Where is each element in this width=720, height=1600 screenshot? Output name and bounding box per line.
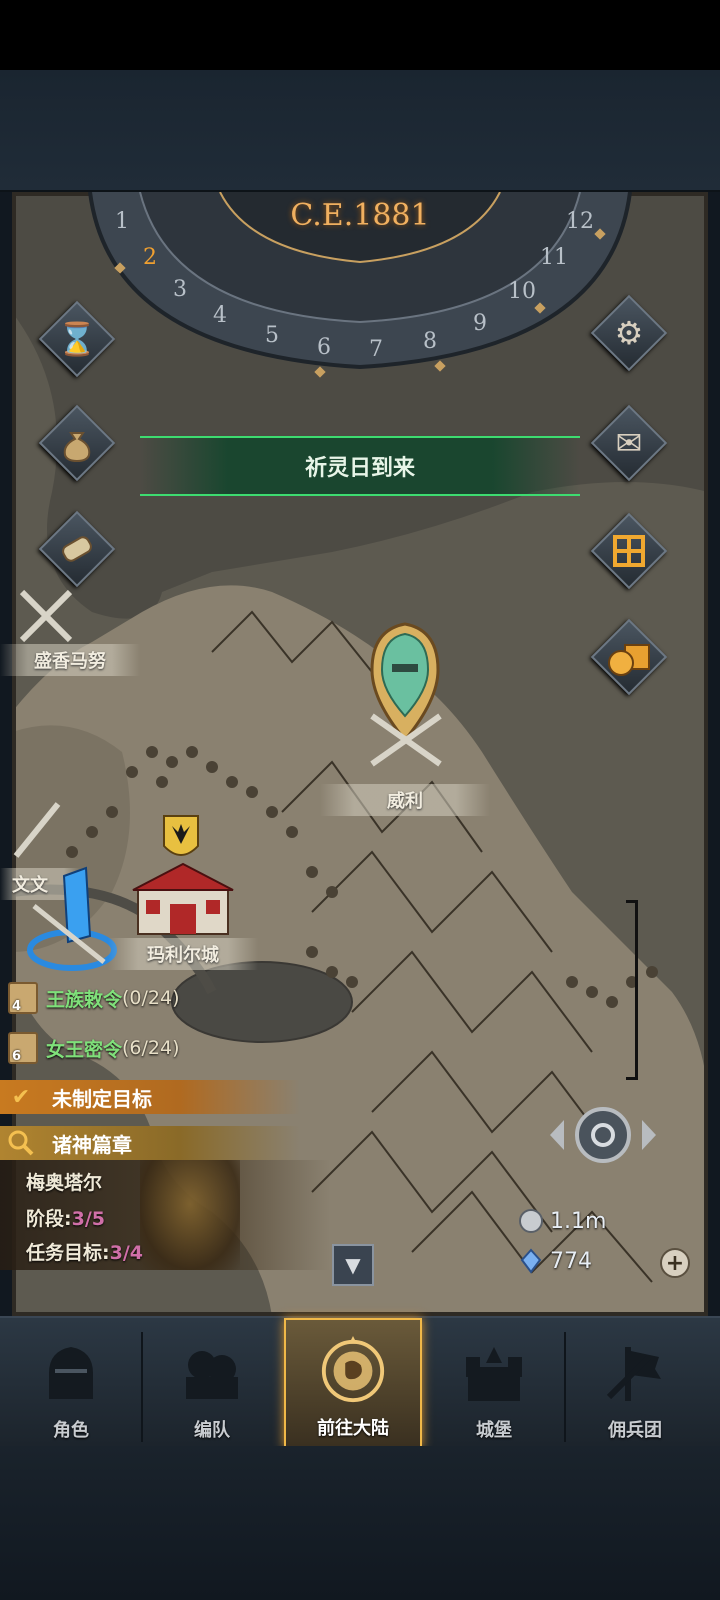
dial-month-4: 4	[213, 303, 227, 328]
nav-continent[interactable]: 前往大陆	[284, 1318, 422, 1448]
dial-month-7: 7	[369, 337, 383, 362]
envelope-icon: ✉	[615, 424, 643, 462]
chapter-goal-label: 诸神篇章	[52, 1132, 132, 1157]
house-crest-icon	[163, 815, 199, 856]
castle-icon	[459, 1338, 529, 1408]
status-bar	[0, 0, 720, 70]
grid-menu-button[interactable]	[590, 512, 668, 590]
grid-icon	[592, 514, 666, 588]
unset-goal-button[interactable]: ✔ 未制定目标	[0, 1080, 300, 1114]
search-icon	[4, 1128, 38, 1158]
quest-queen-secret[interactable]: 6 女王密令 (6/24)	[8, 1030, 180, 1066]
crossed-swords-icon	[19, 589, 73, 643]
player-army-marker-icon[interactable]	[24, 866, 120, 976]
city-label-2[interactable]: 威利	[320, 784, 490, 816]
crossed-swords-icon	[13, 802, 61, 858]
collapse-button[interactable]: ▼	[332, 1244, 374, 1286]
dial-month-10: 10	[508, 279, 536, 304]
money-bag-icon	[40, 406, 114, 480]
settings-button[interactable]: ⚙	[590, 294, 668, 372]
boss-portrait	[140, 1160, 240, 1270]
stage-progress: 阶段:3/5	[26, 1208, 105, 1230]
supply-crate-icon	[592, 620, 666, 694]
locate-button[interactable]	[548, 1102, 658, 1168]
task-progress: 任务目标:3/4	[26, 1242, 143, 1264]
dial-month-1: 1	[115, 209, 129, 234]
crystal-amount: 774	[550, 1248, 592, 1274]
gear-icon: ⚙	[614, 314, 644, 352]
quest-count: (0/24)	[122, 987, 180, 1009]
bottom-nav: 角色 编队 前往大陆 城堡 佣兵团	[0, 1316, 720, 1448]
dial-month-2-current: 2	[143, 245, 157, 270]
capital-label[interactable]: 玛利尔城	[108, 938, 258, 970]
squad-icon	[177, 1338, 247, 1408]
dial-month-5: 5	[265, 323, 279, 348]
quest-scroll-icon: 6	[8, 1032, 38, 1064]
silver-coin-icon	[518, 1208, 544, 1234]
quest-scroll-icon: 4	[8, 982, 38, 1014]
quest-label: 女王密令	[46, 1038, 123, 1061]
era-year: C.E.1881	[290, 198, 430, 233]
goal-check-icon: ✔	[11, 1084, 31, 1110]
chapter-goal-button[interactable]: 诸神篇章	[0, 1126, 300, 1160]
dial-month-11: 11	[540, 245, 568, 270]
scroll-icon	[40, 512, 114, 586]
crystal-resource: 774	[518, 1248, 592, 1274]
quest-label: 王族敕令	[46, 988, 123, 1011]
add-crystal-button[interactable]: +	[660, 1248, 690, 1278]
city-label-1[interactable]: 盛香马努	[0, 644, 140, 676]
dial-month-3: 3	[173, 277, 187, 302]
dial-month-6: 6	[317, 335, 331, 360]
treasure-bag-button[interactable]	[38, 404, 116, 482]
unset-goal-label: 未制定目标	[52, 1086, 152, 1111]
chevron-down-icon: ▼	[345, 1253, 361, 1277]
supplies-button[interactable]	[590, 618, 668, 696]
mercenary-banner-icon	[600, 1338, 670, 1408]
dial-month-12: 12	[566, 209, 594, 234]
capital-castle-icon[interactable]	[118, 858, 248, 938]
event-banner-text: 祈灵日到来	[304, 456, 415, 481]
quest-royal-decree[interactable]: 4 王族敕令 (0/24)	[8, 980, 180, 1016]
nav-mercenary[interactable]: 佣兵团	[566, 1326, 704, 1448]
chapter-panel[interactable]: 梅奥塔尔 阶段:3/5 任务目标:3/4	[0, 1160, 330, 1270]
crossed-swords-icon	[370, 713, 442, 767]
quest-count: (6/24)	[122, 1037, 180, 1059]
knight-helmet-icon	[36, 1338, 106, 1408]
nav-squad[interactable]: 编队	[143, 1326, 281, 1448]
event-banner[interactable]: 祈灵日到来	[140, 428, 580, 504]
footer-strip	[0, 1446, 720, 1600]
hourglass-button[interactable]: ⌛	[38, 300, 116, 378]
nav-castle[interactable]: 城堡	[425, 1326, 563, 1448]
dial-month-9: 9	[473, 311, 487, 336]
header-strip	[0, 70, 720, 192]
crystal-icon	[518, 1248, 544, 1274]
silver-amount: 1.1m	[550, 1208, 607, 1234]
nav-role[interactable]: 角色	[2, 1326, 140, 1448]
hourglass-icon: ⌛	[57, 320, 97, 358]
mail-button[interactable]: ✉	[590, 404, 668, 482]
scroll-button[interactable]	[38, 510, 116, 588]
plus-icon: +	[665, 1250, 685, 1276]
compass-globe-icon	[318, 1336, 388, 1406]
map-side-slider[interactable]	[626, 900, 638, 1080]
boss-name: 梅奥塔尔	[26, 1172, 103, 1194]
silver-resource: 1.1m	[518, 1208, 606, 1234]
dial-month-8: 8	[423, 329, 437, 354]
